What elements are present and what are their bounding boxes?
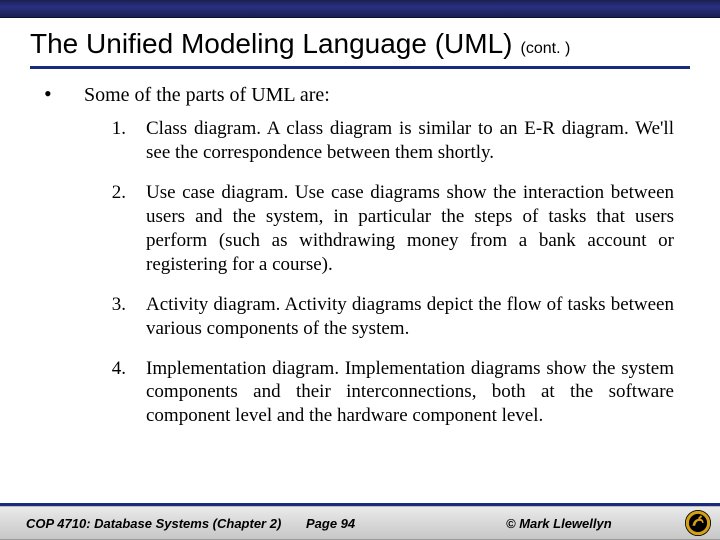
intro-text: Some of the parts of UML are: [84,84,330,107]
list-item: 3. Activity diagram. Activity diagrams d… [104,293,674,341]
list-item: 2. Use case diagram. Use case diagrams s… [104,181,674,277]
bullet-icon: • [44,83,56,105]
slide-title: The Unified Modeling Language (UML) [30,28,513,60]
item-number: 1. [104,117,126,165]
item-number: 4. [104,357,126,429]
footer-page: Page 94 [306,516,466,531]
top-accent-bar [0,0,720,18]
list-item: 4. Implementation diagram. Implementatio… [104,357,674,429]
item-text: Implementation diagram. Implementation d… [146,357,674,429]
footer-bar: COP 4710: Database Systems (Chapter 2) P… [0,506,720,540]
item-text: Class diagram. A class diagram is simila… [146,117,674,165]
numbered-list: 1. Class diagram. A class diagram is sim… [44,117,680,428]
content-area: • Some of the parts of UML are: 1. Class… [0,69,720,428]
item-text: Activity diagram. Activity diagrams depi… [146,293,674,341]
pegasus-logo-icon [684,509,712,537]
footer-course: COP 4710: Database Systems (Chapter 2) [26,516,306,531]
item-text: Use case diagram. Use case diagrams show… [146,181,674,277]
footer: COP 4710: Database Systems (Chapter 2) P… [0,503,720,540]
item-number: 2. [104,181,126,277]
list-item: 1. Class diagram. A class diagram is sim… [104,117,674,165]
item-number: 3. [104,293,126,341]
title-row: The Unified Modeling Language (UML) (con… [0,18,720,66]
slide-title-continuation: (cont. ) [521,40,571,58]
intro-row: • Some of the parts of UML are: [44,83,680,107]
footer-copyright: © Mark Llewellyn [466,516,706,531]
